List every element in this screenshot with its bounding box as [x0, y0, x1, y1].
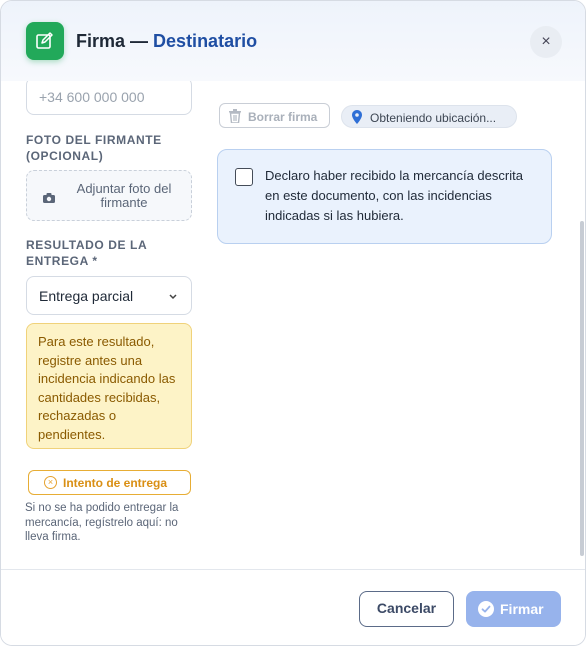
declaration-checkbox[interactable]: [235, 168, 253, 186]
dialog-title: Firma — Destinatario: [76, 31, 257, 52]
clear-signature-button[interactable]: Borrar firma: [219, 103, 330, 128]
location-status: Obteniendo ubicación...: [341, 105, 517, 128]
delivery-result-select[interactable]: Entrega parcial: [26, 276, 192, 315]
scrollbar[interactable]: [579, 81, 585, 569]
delivery-attempt-help: Si no se ha podido entregar la mercancía…: [25, 502, 179, 543]
attach-photo-label: Adjuntar foto del firmante: [63, 182, 185, 210]
x-circle-icon: ×: [44, 476, 57, 489]
sign-button[interactable]: Firmar: [466, 591, 561, 627]
cancel-button[interactable]: Cancelar: [359, 591, 454, 627]
result-section-label: RESULTADO DE LA ENTREGA *: [26, 237, 147, 269]
dialog-title-recipient: Destinatario: [153, 31, 258, 51]
result-label-line2: ENTREGA *: [26, 254, 98, 268]
dialog-title-separator: —: [125, 31, 154, 51]
attach-photo-button[interactable]: Adjuntar foto del firmante: [26, 170, 192, 221]
declaration-text: Declaro haber recibido la mercancía desc…: [265, 168, 523, 223]
dialog-title-main: Firma: [76, 31, 126, 51]
signature-dialog: +34 600 000 000 FOTO DEL FIRMANTE (OPCIO…: [0, 0, 586, 646]
clear-signature-label: Borrar firma: [248, 110, 318, 124]
dialog-header: Firma — Destinatario ×: [1, 1, 585, 81]
incident-warning: Para este resultado, registre antes una …: [26, 323, 192, 449]
sign-label: Firmar: [500, 601, 544, 617]
phone-input[interactable]: +34 600 000 000: [26, 77, 192, 115]
result-label-line1: RESULTADO DE LA: [26, 238, 148, 252]
close-icon: ×: [541, 33, 551, 50]
location-status-label: Obteniendo ubicación...: [370, 111, 497, 125]
camera-icon: [43, 190, 55, 208]
trash-icon: [229, 109, 241, 128]
attach-photo-label-line2: firmante: [100, 195, 148, 210]
delivery-result-value: Entrega parcial: [39, 288, 134, 304]
map-pin-icon: [352, 110, 362, 129]
attach-photo-label-line1: Adjuntar foto del: [76, 181, 172, 196]
close-button[interactable]: ×: [530, 26, 562, 58]
receipt-declaration: Declaro haber recibido la mercancía desc…: [217, 149, 552, 244]
photo-label-line1: FOTO DEL FIRMANTE: [26, 133, 162, 147]
photo-label-line2: (OPCIONAL): [26, 149, 104, 163]
photo-section-label: FOTO DEL FIRMANTE (OPCIONAL): [26, 132, 162, 164]
delivery-attempt-button[interactable]: × Intento de entrega: [28, 470, 191, 495]
scrollbar-thumb[interactable]: [580, 221, 584, 556]
edit-signature-icon: [26, 22, 64, 60]
check-circle-icon: [478, 601, 494, 617]
dialog-footer: Cancelar Firmar: [1, 569, 585, 645]
delivery-attempt-label: Intento de entrega: [63, 476, 168, 490]
